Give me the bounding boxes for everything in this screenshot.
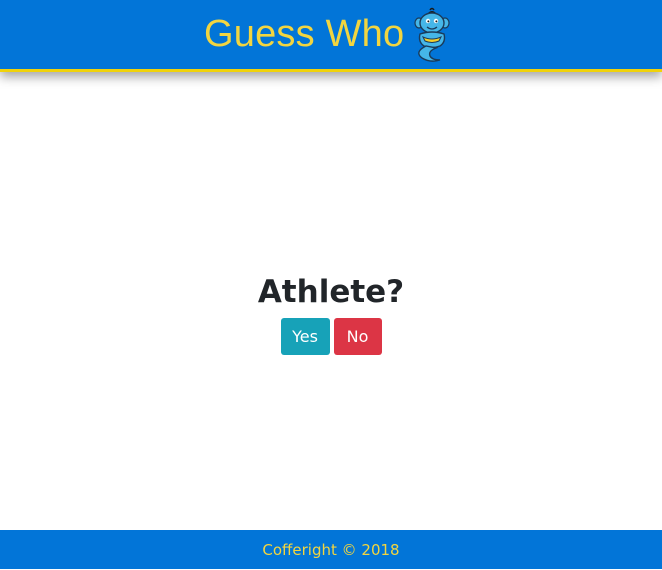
site-footer: Cofferight © 2018 (0, 530, 662, 569)
yes-button[interactable]: Yes (280, 318, 330, 355)
site-header: Guess Who (0, 0, 662, 72)
question-panel: Athlete? Yes No (0, 270, 662, 355)
answer-buttons: Yes No (0, 318, 662, 355)
copyright-text: Cofferight © 2018 (262, 541, 400, 559)
no-button[interactable]: No (333, 318, 382, 355)
question-text: Athlete? (257, 274, 405, 310)
genie-icon (414, 7, 450, 62)
site-title: Guess Who (204, 13, 405, 55)
